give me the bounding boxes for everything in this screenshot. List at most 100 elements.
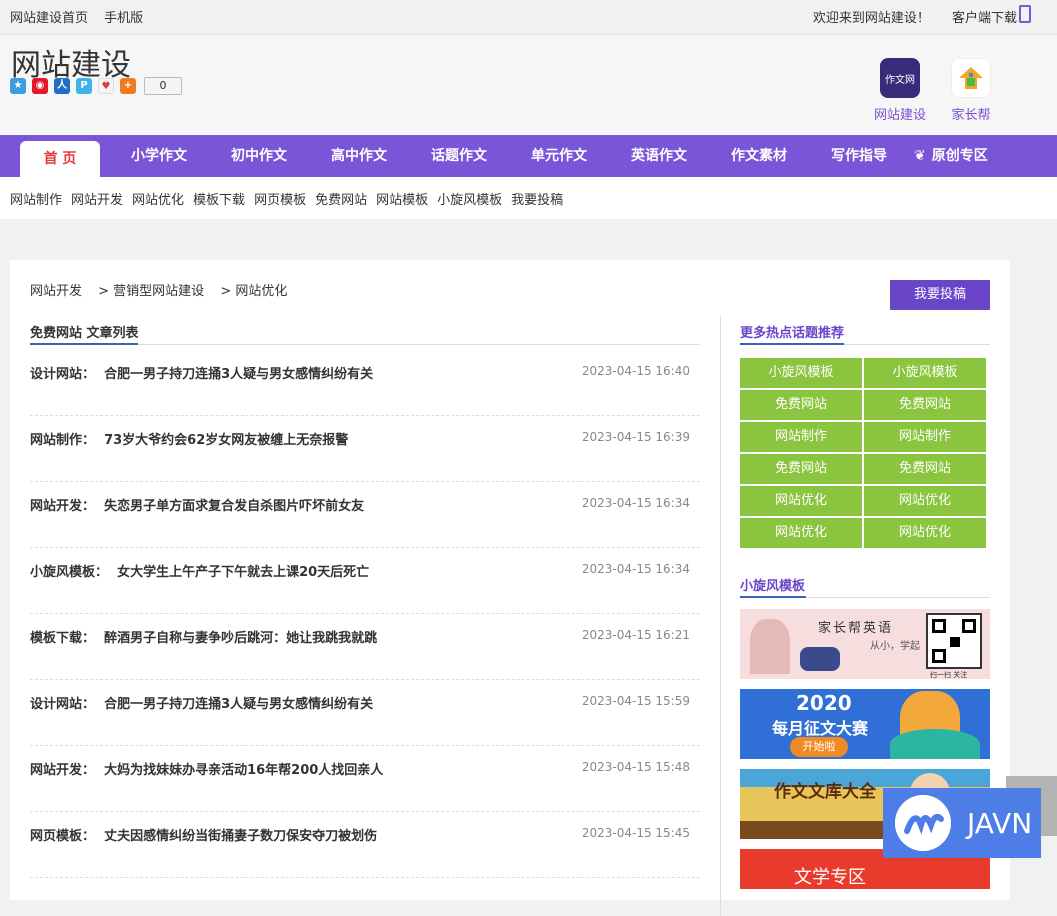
topic-tag[interactable]: 网站制作 [864, 422, 986, 452]
javn-logo-icon [895, 795, 951, 851]
leaf-illustration [890, 729, 980, 759]
client-download-link[interactable]: 客户端下载 [952, 11, 1017, 26]
mobile-link[interactable]: 手机版 [104, 11, 143, 26]
article-category[interactable]: 网站开发： [30, 763, 95, 778]
pengyou-share-icon[interactable]: P [76, 78, 92, 94]
article-row[interactable]: 设计网站： 合肥一男子持刀连捅3人疑与男女感情纠纷有关 2023-04-15 1… [30, 350, 700, 416]
weibo-share-icon[interactable]: ◉ [32, 78, 48, 94]
topic-tag[interactable]: 网站优化 [864, 518, 986, 548]
article-category[interactable]: 网页模板： [30, 829, 95, 844]
article-title[interactable]: 合肥一男子持刀连捅3人疑与男女感情纠纷有关 [104, 697, 373, 712]
submit-article-button[interactable]: 我要投稿 [890, 280, 990, 310]
topic-tag[interactable]: 小旋风模板 [864, 358, 986, 388]
nav-senior[interactable]: 高中作文 [331, 135, 387, 177]
share-count: 0 [144, 77, 182, 95]
subnav-item[interactable]: 我要投稿 [511, 189, 563, 208]
nav-unit[interactable]: 单元作文 [531, 135, 587, 177]
topic-tag[interactable]: 免费网站 [740, 454, 862, 484]
title-underline [30, 343, 138, 345]
app-label[interactable]: 家长帮 [941, 104, 1001, 123]
section-title[interactable]: 小旋风模板 [740, 575, 805, 594]
qzone-share-icon[interactable]: ★ [10, 78, 26, 94]
app-jiazhangbang[interactable]: 家长帮 [941, 58, 1001, 123]
tencent-share-icon[interactable]: ♥ [98, 78, 114, 94]
subnav-item[interactable]: 网站开发 [71, 189, 123, 208]
top-bar: 网站建设首页 手机版 欢迎来到网站建设！ 客户端下载 [0, 0, 1057, 34]
sub-nav: 网站制作 网站开发 网站优化 模板下载 网页模板 免费网站 网站模板 小旋风模板… [0, 177, 1057, 219]
banner-contest[interactable]: 2020 每月征文大赛 开始啦 [740, 689, 990, 759]
app-label[interactable]: 网站建设 [870, 104, 930, 123]
article-title[interactable]: 女大学生上午产子下午就去上课20天后死亡 [117, 565, 369, 580]
topic-tag[interactable]: 免费网站 [740, 390, 862, 420]
sprout-icon: ❦ [914, 148, 926, 164]
main-content: 网站开发 > 营销型网站建设 > 网站优化 免费网站 文章列表 设计网站： 合肥… [10, 260, 1010, 916]
jiazhangbang-app-icon [951, 58, 991, 98]
title-underline [740, 343, 844, 345]
article-title[interactable]: 73岁大爷约会62岁女网友被缠上无奈报警 [104, 433, 348, 448]
share-bar: ★ ◉ 人 P ♥ + 0 [10, 77, 182, 95]
home-link[interactable]: 网站建设首页 [10, 11, 88, 26]
topic-tag[interactable]: 小旋风模板 [740, 358, 862, 388]
nav-english[interactable]: 英语作文 [631, 135, 687, 177]
subnav-item[interactable]: 网站模板 [376, 189, 428, 208]
subnav-item[interactable]: 小旋风模板 [437, 189, 502, 208]
topic-tag[interactable]: 网站制作 [740, 422, 862, 452]
article-time: 2023-04-15 16:21 [581, 628, 690, 642]
topic-tag[interactable]: 网站优化 [740, 486, 862, 516]
more-share-icon[interactable]: + [120, 78, 136, 94]
subnav-item[interactable]: 免费网站 [315, 189, 367, 208]
article-row[interactable]: 模板下载： 醉酒男子自称与妻争吵后跳河：她让我跳我就跳 2023-04-15 1… [30, 614, 700, 680]
nav-junior[interactable]: 初中作文 [231, 135, 287, 177]
article-time: 2023-04-15 15:59 [581, 694, 690, 708]
breadcrumb-item[interactable]: 网站开发 [30, 284, 82, 299]
article-time: 2023-04-15 15:45 [581, 826, 690, 840]
article-row[interactable]: 网页模板： 丈夫因感情纠纷当街捅妻子数刀保安夺刀被划伤 2023-04-15 1… [30, 812, 700, 878]
badge-text: JAVN [967, 806, 1033, 840]
phone-icon[interactable] [1019, 5, 1031, 23]
renren-share-icon[interactable]: 人 [54, 78, 70, 94]
article-time: 2023-04-15 16:34 [581, 562, 690, 576]
nav-material[interactable]: 作文素材 [731, 135, 787, 177]
plant-illustration [750, 619, 790, 674]
topic-tag[interactable]: 网站优化 [864, 486, 986, 516]
nav-home[interactable]: 首 页 [20, 141, 100, 177]
article-category[interactable]: 设计网站： [30, 367, 95, 382]
subnav-item[interactable]: 网页模板 [254, 189, 306, 208]
nav-guide[interactable]: 写作指导 [831, 135, 887, 177]
qr-code [926, 613, 982, 669]
article-category[interactable]: 网站制作： [30, 433, 95, 448]
article-row[interactable]: 网站开发： 大妈为找妹妹办寻亲活动16年帮200人找回亲人 2023-04-15… [30, 746, 700, 812]
topic-tag[interactable]: 免费网站 [864, 390, 986, 420]
article-title[interactable]: 失恋男子单方面求复合发自杀图片吓坏前女友 [104, 499, 364, 514]
site-header: 网站建设 ★ ◉ 人 P ♥ + 0 作文网 网站建设 家长帮 [0, 34, 1057, 135]
article-title[interactable]: 醉酒男子自称与妻争吵后跳河：她让我跳我就跳 [104, 631, 377, 646]
subnav-item[interactable]: 网站制作 [10, 189, 62, 208]
nav-original[interactable]: ❦ 原创专区 [914, 135, 988, 177]
zuowen-app-icon: 作文网 [880, 58, 920, 98]
article-title[interactable]: 合肥一男子持刀连捅3人疑与男女感情纠纷有关 [104, 367, 373, 382]
breadcrumb-item[interactable]: > 营销型网站建设 [98, 284, 204, 299]
topic-tag[interactable]: 免费网站 [864, 454, 986, 484]
app-zuowen[interactable]: 作文网 网站建设 [870, 58, 930, 123]
topic-tag[interactable]: 网站优化 [740, 518, 862, 548]
subnav-item[interactable]: 网站优化 [132, 189, 184, 208]
article-title[interactable]: 丈夫因感情纠纷当街捅妻子数刀保安夺刀被划伤 [104, 829, 377, 844]
child-illustration [800, 647, 840, 671]
article-category[interactable]: 设计网站： [30, 697, 95, 712]
subnav-item[interactable]: 模板下载 [193, 189, 245, 208]
nav-primary[interactable]: 小学作文 [131, 135, 187, 177]
article-row[interactable]: 小旋风模板： 女大学生上午产子下午就去上课20天后死亡 2023-04-15 1… [30, 548, 700, 614]
article-row[interactable]: 网站开发： 失恋男子单方面求复合发自杀图片吓坏前女友 2023-04-15 16… [30, 482, 700, 548]
breadcrumb-item[interactable]: > 网站优化 [220, 284, 287, 299]
nav-topic[interactable]: 话题作文 [431, 135, 487, 177]
article-time: 2023-04-15 16:39 [581, 430, 690, 444]
article-row[interactable]: 网站制作： 73岁大爷约会62岁女网友被缠上无奈报警 2023-04-15 16… [30, 416, 700, 482]
banner-english[interactable]: 家长帮英语 从小，学起 扫一扫 关注 [740, 609, 990, 679]
article-row[interactable]: 设计网站： 合肥一男子持刀连捅3人疑与男女感情纠纷有关 2023-04-15 1… [30, 680, 700, 746]
article-category[interactable]: 模板下载： [30, 631, 95, 646]
javn-badge[interactable]: JAVN [883, 788, 1041, 858]
hot-topics-title[interactable]: 更多热点话题推荐 [740, 322, 844, 341]
article-title[interactable]: 大妈为找妹妹办寻亲活动16年帮200人找回亲人 [104, 763, 383, 778]
article-category[interactable]: 小旋风模板： [30, 565, 108, 580]
article-category[interactable]: 网站开发： [30, 499, 95, 514]
